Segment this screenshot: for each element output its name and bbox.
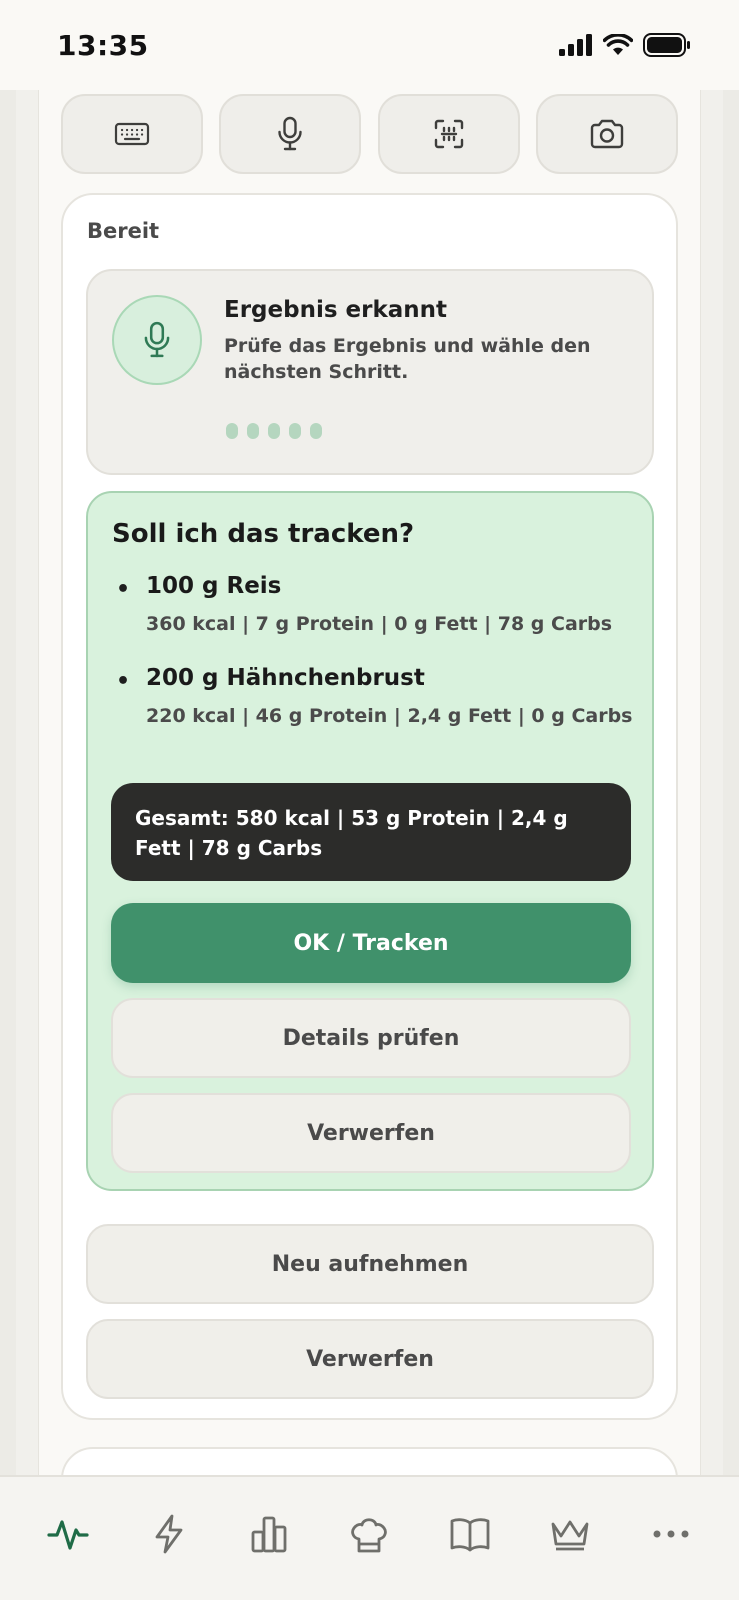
food-item: • 200 g Hähnchenbrust 220 kcal | 46 g Pr…	[112, 665, 642, 765]
keyboard-icon	[114, 122, 150, 146]
discard-button[interactable]: Verwerfen	[86, 1319, 654, 1399]
level-dot	[310, 423, 322, 439]
tracking-confirmation: Soll ich das tracken? • 100 g Reis 360 k…	[86, 491, 654, 1191]
total-summary: Gesamt: 580 kcal | 53 g Protein | 2,4 g …	[111, 783, 631, 881]
result-title: Ergebnis erkannt	[224, 297, 448, 323]
result-panel: Ergebnis erkannt Prüfe das Ergebnis und …	[86, 269, 654, 475]
tab-recipes[interactable]	[329, 1507, 409, 1561]
wifi-icon	[603, 34, 633, 55]
level-dot	[268, 423, 280, 439]
more-icon	[653, 1530, 689, 1538]
tab-guide[interactable]	[430, 1507, 510, 1561]
bullet: •	[116, 669, 131, 694]
tab-premium[interactable]	[530, 1507, 610, 1561]
food-name: 100 g Reis	[146, 573, 282, 599]
status-icons	[559, 33, 691, 57]
camera-icon	[590, 119, 624, 149]
scan-input-button[interactable]	[377, 94, 520, 174]
food-macros: 360 kcal | 7 g Protein | 0 g Fett | 78 g…	[146, 613, 613, 635]
food-name: 200 g Hähnchenbrust	[146, 665, 425, 691]
discard-item-button[interactable]: Verwerfen	[111, 1093, 631, 1173]
tab-more[interactable]	[631, 1507, 711, 1561]
level-dot	[226, 423, 238, 439]
level-dot	[247, 423, 259, 439]
status-label: Bereit	[87, 219, 160, 243]
signal-icon	[559, 34, 592, 56]
activity-icon	[47, 1520, 89, 1550]
mic-indicator	[112, 295, 202, 385]
result-description: Prüfe das Ergebnis und wähle den nächste…	[224, 335, 591, 383]
input-mode-row	[61, 94, 678, 174]
camera-input-button[interactable]	[535, 94, 678, 174]
bullet: •	[116, 577, 131, 602]
scan-icon	[434, 119, 463, 149]
retake-button[interactable]: Neu aufnehmen	[86, 1224, 654, 1304]
book-icon	[450, 1518, 490, 1552]
tab-stats[interactable]	[229, 1507, 309, 1561]
voice-input-button[interactable]	[219, 94, 362, 174]
tab-activity[interactable]	[28, 1507, 108, 1561]
audio-level-indicator	[226, 423, 322, 439]
level-dot	[289, 423, 301, 439]
status-time: 13:35	[57, 28, 149, 62]
chef-hat-icon	[351, 1518, 388, 1553]
crown-icon	[551, 1520, 589, 1551]
food-macros: 220 kcal | 46 g Protein | 2,4 g Fett | 0…	[146, 705, 633, 727]
bottom-tab-bar	[0, 1475, 739, 1600]
lightning-icon	[155, 1514, 183, 1554]
track-button[interactable]: OK / Tracken	[111, 903, 631, 983]
bar-chart-icon	[251, 1516, 287, 1553]
voice-result-card: Bereit Ergebnis erkannt Prüfe das Ergebn…	[61, 193, 678, 1420]
microphone-icon	[278, 116, 303, 151]
food-item: • 100 g Reis 360 kcal | 7 g Protein | 0 …	[112, 573, 642, 653]
microphone-icon	[144, 321, 170, 358]
keyboard-input-button[interactable]	[61, 94, 203, 174]
status-bar: 13:35	[0, 0, 739, 90]
confirmation-title: Soll ich das tracken?	[112, 519, 415, 549]
details-button[interactable]: Details prüfen	[111, 998, 631, 1078]
tab-quick[interactable]	[129, 1507, 209, 1561]
battery-icon	[643, 33, 690, 57]
